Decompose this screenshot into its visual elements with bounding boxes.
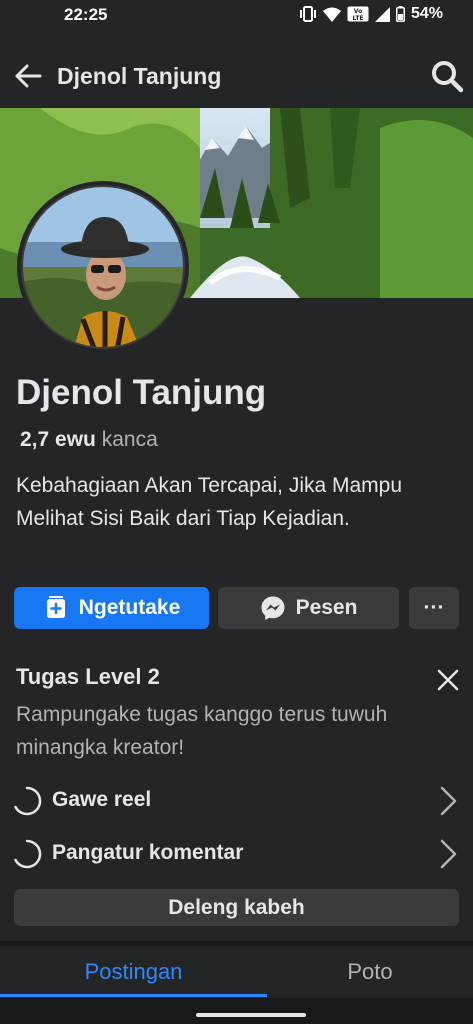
vibrate-icon: [299, 6, 316, 22]
message-button[interactable]: Pesen: [218, 587, 399, 629]
tab-posts[interactable]: Postingan: [0, 946, 267, 998]
more-options-icon: ···: [423, 596, 445, 619]
active-tab-indicator: [0, 994, 267, 997]
profile-bio: Kebahagiaan Akan Tercapai, Jika Mampu Me…: [16, 474, 403, 530]
task-card-title: Tugas Level 2: [16, 664, 160, 689]
app-bar: Djenol Tanjung: [0, 46, 473, 108]
task-item-create-reel[interactable]: Gawe reel: [0, 781, 473, 821]
task-card-description: Rampungake tugas kanggo terus tuwuh mina…: [16, 703, 388, 759]
back-button[interactable]: [12, 60, 44, 92]
friends-count-label: kanca: [101, 428, 158, 451]
search-icon: [432, 61, 464, 93]
more-options-button[interactable]: ···: [409, 587, 459, 629]
task-item-comment-settings[interactable]: Pangatur komentar: [0, 834, 473, 874]
status-time: 22:25: [64, 5, 108, 24]
battery-level: 54%: [410, 5, 443, 22]
progress-ring-icon: [14, 839, 42, 869]
add-to-story-icon: [46, 596, 65, 618]
profile-avatar[interactable]: [17, 181, 189, 353]
task-item-label: Pangatur komentar: [52, 841, 244, 864]
status-bar: 22:25 Vo LTE 54%: [0, 0, 473, 30]
progress-ring-icon: [14, 786, 42, 816]
page-title: Djenol Tanjung: [57, 63, 222, 89]
battery-icon: [395, 6, 405, 22]
system-nav-bar: [0, 998, 473, 1024]
follow-button[interactable]: Ngetutake: [14, 587, 209, 629]
network-badge: Vo: [354, 8, 362, 15]
task-item-label: Gawe reel: [52, 788, 152, 811]
search-button[interactable]: [429, 58, 465, 94]
wifi-icon: [322, 7, 341, 22]
message-button-label: Pesen: [295, 596, 358, 619]
chevron-right-icon: [440, 786, 457, 816]
arrow-left-icon: [15, 64, 42, 88]
task-card-close-button[interactable]: [434, 666, 462, 694]
follow-button-label: Ngetutake: [78, 596, 181, 619]
friends-count-value: 2,7 ewu: [20, 428, 96, 451]
volte-icon: Vo LTE: [347, 6, 369, 22]
profile-name: Djenol Tanjung: [16, 373, 267, 412]
home-gesture-handle[interactable]: [196, 1013, 306, 1017]
messenger-icon: [261, 596, 285, 620]
see-all-button[interactable]: Deleng kabeh: [14, 889, 459, 926]
close-icon: [437, 669, 459, 691]
svg-text:LTE: LTE: [352, 15, 363, 22]
chevron-right-icon: [440, 839, 457, 869]
signal-icon: [374, 6, 390, 22]
profile-tabs: Postingan Poto: [0, 946, 473, 998]
friends-count[interactable]: 2,7 ewu kanca: [20, 428, 158, 452]
avatar-image: [21, 185, 185, 349]
tab-photos[interactable]: Poto: [267, 946, 473, 998]
status-icons: Vo LTE 54%: [299, 5, 443, 23]
